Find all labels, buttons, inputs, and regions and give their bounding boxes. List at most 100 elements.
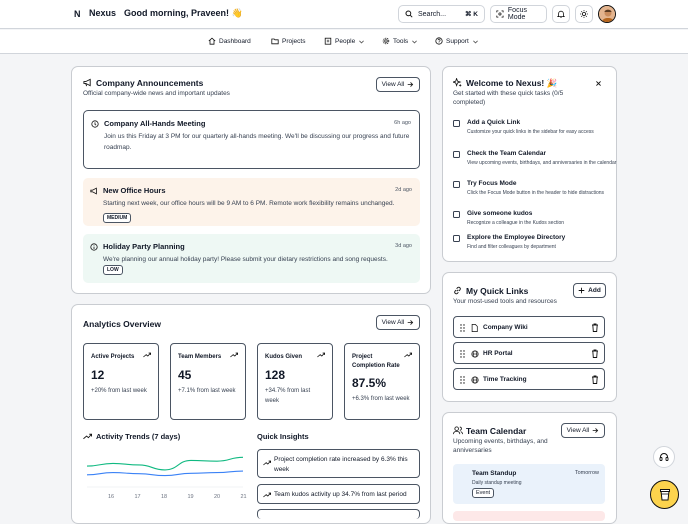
quick-link-item[interactable]: Time Tracking <box>453 368 605 390</box>
greeting-text: Good morning, Praveen! 👋 <box>124 8 243 18</box>
trending-up-icon <box>83 433 92 440</box>
view-all-label: View All <box>381 81 405 88</box>
task-desc: Click the Focus Mode button in the heade… <box>467 190 605 196</box>
stat-card-kudos-given[interactable]: Kudos Given 128 +34.7% from last week <box>257 343 333 420</box>
trash-icon[interactable] <box>591 375 599 384</box>
headset-icon <box>659 453 669 461</box>
task-desc: View upcoming events, birthdays, and ann… <box>467 160 617 166</box>
nav-support[interactable]: Support <box>435 37 479 45</box>
quick-link-label: HR Portal <box>483 350 513 357</box>
arrow-right-icon <box>593 428 599 433</box>
chevron-down-icon <box>412 40 418 43</box>
stat-label: Active Projects <box>91 354 135 360</box>
stat-card-active-projects[interactable]: Active Projects 12 +20% from last week <box>83 343 159 420</box>
calendar-event[interactable]: Team Standup Daily standup meeting Tomor… <box>453 464 605 504</box>
series-line-1 <box>86 456 244 471</box>
announcements-view-all-button[interactable]: View All <box>376 77 420 92</box>
insight-item[interactable] <box>257 509 420 519</box>
team-calendar-card: Team Calendar Upcoming events, birthdays… <box>442 412 617 524</box>
close-icon[interactable] <box>595 80 602 87</box>
stat-delta: +20% from last week <box>91 388 147 394</box>
task-checkbox[interactable] <box>453 120 460 127</box>
announcement-item[interactable]: Holiday Party Planning 3d ago We're plan… <box>83 234 420 283</box>
announcement-item[interactable]: New Office Hours 2d ago Starting next we… <box>83 178 420 226</box>
calendar-view-all-button[interactable]: View All <box>561 423 605 438</box>
analytics-view-all-button[interactable]: View All <box>376 315 420 330</box>
quick-link-item[interactable]: HR Portal <box>453 342 605 364</box>
stat-card-team-members[interactable]: Team Members 45 +7.1% from last week <box>170 343 246 420</box>
view-all-label: View All <box>381 319 405 326</box>
quick-link-label: Time Tracking <box>483 376 527 383</box>
trending-up-icon <box>230 352 238 358</box>
announcement-item[interactable]: Company All-Hands Meeting 6h ago Join us… <box>83 110 420 169</box>
app-logo[interactable]: N <box>74 9 81 19</box>
task-title: Give someone kudos <box>467 210 533 217</box>
drag-handle-icon[interactable] <box>460 350 465 358</box>
calendar-event[interactable] <box>453 511 605 521</box>
trash-icon[interactable] <box>591 323 599 332</box>
task-checkbox[interactable] <box>453 211 460 218</box>
announcement-time: 3d ago <box>395 243 412 249</box>
nav-people-label: People <box>335 37 356 45</box>
priority-badge: MEDIUM <box>103 213 132 223</box>
nav-projects[interactable]: Projects <box>271 37 305 45</box>
task-checkbox[interactable] <box>453 235 460 242</box>
insight-item[interactable]: Project completion rate increased by 6.3… <box>257 449 420 478</box>
user-avatar[interactable] <box>598 5 616 23</box>
main-nav: Dashboard Projects People Tools Support <box>0 30 688 54</box>
quick-link-item[interactable]: Company Wiki <box>453 316 605 338</box>
app-name[interactable]: Nexus <box>89 8 116 18</box>
x-tick-label: 19 <box>187 494 193 500</box>
sparkles-icon <box>453 78 462 87</box>
drag-handle-icon[interactable] <box>460 376 465 384</box>
stat-delta: +7.1% from last week <box>178 388 236 394</box>
x-tick-label: 16 <box>108 494 114 500</box>
trash-icon[interactable] <box>591 349 599 358</box>
nav-tools[interactable]: Tools <box>382 37 418 45</box>
task-desc: Find and filter colleagues by department <box>467 244 556 250</box>
announcement-title: New Office Hours <box>103 186 166 195</box>
calendar-title: Team Calendar <box>466 426 527 436</box>
nav-support-label: Support <box>446 37 469 45</box>
theme-toggle-button[interactable] <box>575 5 593 23</box>
quick-links-card: My Quick Links Your most-used tools and … <box>442 272 617 402</box>
event-when: Tomorrow <box>574 470 599 476</box>
nav-projects-label: Projects <box>282 37 306 45</box>
task-checkbox[interactable] <box>453 181 460 188</box>
activity-trends-title: Activity Trends (7 days) <box>96 432 181 441</box>
notifications-button[interactable] <box>552 5 570 23</box>
stat-value: 128 <box>265 368 286 382</box>
file-icon <box>471 324 478 332</box>
focus-mode-button[interactable]: Focus Mode <box>490 5 547 23</box>
chevron-down-icon <box>359 40 365 43</box>
globe-icon <box>471 376 479 384</box>
welcome-title: Welcome to Nexus! 🎉 <box>466 78 558 88</box>
add-quick-link-button[interactable]: Add <box>573 283 606 298</box>
nav-dashboard[interactable]: Dashboard <box>208 37 251 45</box>
stat-value: 45 <box>178 368 192 382</box>
search-button[interactable]: Search... ⌘ K <box>398 5 485 23</box>
task-desc: Recognize a colleague in the Kudos secti… <box>467 220 565 226</box>
insight-item[interactable]: Team kudos activity up 34.7% from last p… <box>257 484 420 504</box>
quick-insights-title: Quick Insights <box>257 432 309 441</box>
announcement-title: Holiday Party Planning <box>103 242 185 251</box>
coffee-cup-icon <box>659 489 670 501</box>
welcome-subtitle: Get started with these quick tasks (0/5 … <box>453 90 564 106</box>
announcement-body: We're planning our annual holiday party!… <box>103 256 388 263</box>
nav-people[interactable]: People <box>324 37 365 45</box>
quick-links-title: My Quick Links <box>466 286 529 296</box>
stat-value: 87.5% <box>352 376 387 390</box>
nav-dashboard-label: Dashboard <box>219 37 251 45</box>
task-checkbox[interactable] <box>453 151 460 158</box>
series-line-2 <box>86 470 244 477</box>
stat-label: Team Members <box>178 354 222 360</box>
event-subtitle: Daily standup meeting <box>472 480 522 486</box>
priority-badge: LOW <box>103 265 123 275</box>
support-chat-button[interactable] <box>653 446 675 468</box>
drag-handle-icon[interactable] <box>460 324 465 332</box>
x-tick-label: 18 <box>161 494 167 500</box>
trending-up-icon <box>143 352 151 358</box>
stat-label: Project Completion Rate <box>352 354 400 369</box>
stat-card-completion-rate[interactable]: Project Completion Rate 87.5% +6.3% from… <box>344 343 420 420</box>
coffee-button[interactable] <box>650 480 679 509</box>
